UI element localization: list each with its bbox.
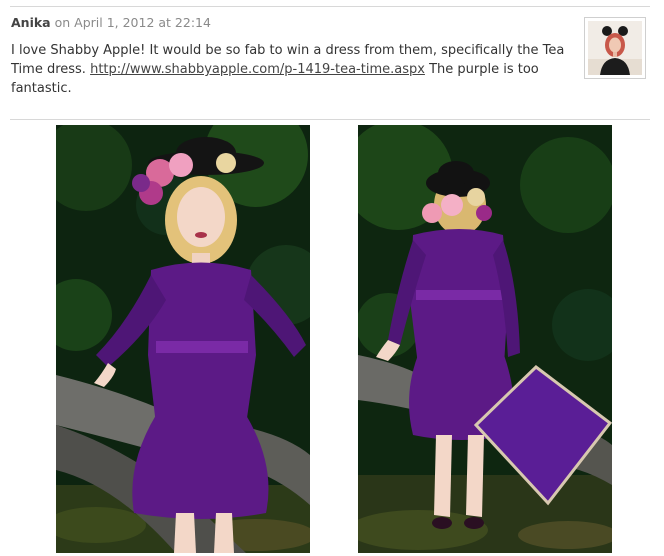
comment-body: I love Shabby Apple! It would be so fab …: [11, 41, 567, 98]
comment-meta: Anika on April 1, 2012 at 22:14: [11, 15, 211, 31]
comment-author[interactable]: Anika: [11, 15, 51, 30]
model-front-view-photo: [56, 125, 310, 553]
avatar[interactable]: [584, 17, 646, 79]
top-divider: [10, 6, 650, 7]
content-divider: [10, 119, 650, 120]
photo-front-view[interactable]: [56, 125, 310, 553]
comment-date-prefix: on: [54, 15, 71, 30]
comment-link[interactable]: http://www.shabbyapple.com/p-1419-tea-ti…: [90, 62, 425, 77]
photo-back-view[interactable]: [358, 125, 612, 553]
model-back-view-photo: [358, 125, 612, 553]
user-avatar-photo: [588, 21, 642, 75]
comment-date[interactable]: April 1, 2012 at 22:14: [74, 15, 211, 30]
